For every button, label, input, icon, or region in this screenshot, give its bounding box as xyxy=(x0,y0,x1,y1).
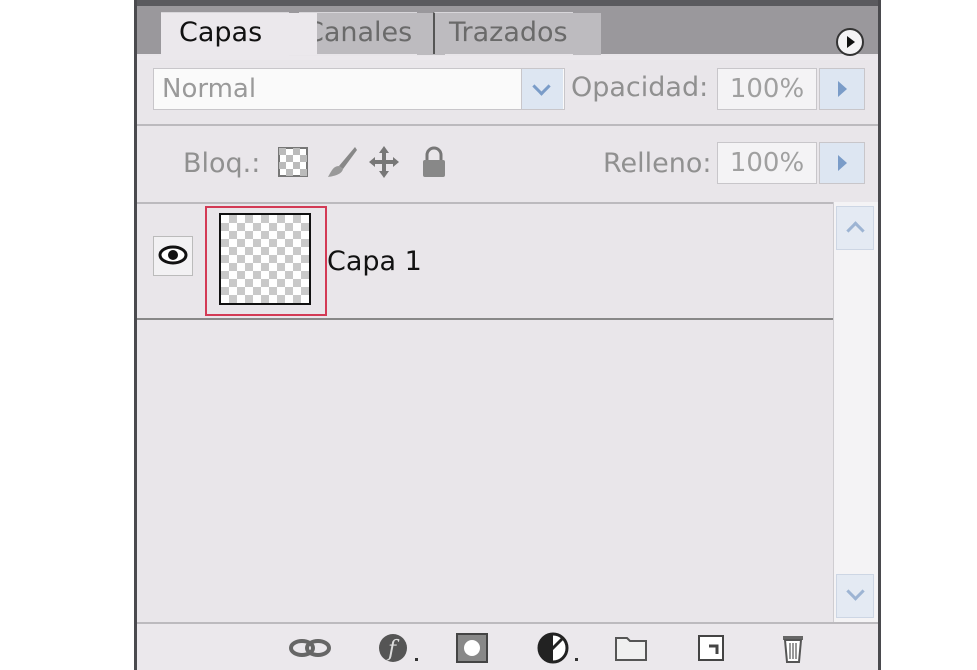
opacity-input[interactable]: 100% xyxy=(717,68,817,110)
fill-slider-arrow-icon[interactable] xyxy=(819,142,865,184)
lock-all-icon[interactable] xyxy=(417,144,451,180)
layers-panel: Capas Canales Trazados Normal Opacidad: … xyxy=(134,0,881,670)
new-layer-icon[interactable] xyxy=(695,630,731,666)
blend-mode-select[interactable]: Normal xyxy=(153,68,565,110)
fill-input[interactable]: 100% xyxy=(717,142,817,184)
scroll-up-icon[interactable] xyxy=(836,206,874,250)
lock-label: Bloq.: xyxy=(183,148,261,179)
new-group-icon[interactable] xyxy=(613,630,649,666)
layer-style-icon[interactable]: f xyxy=(375,630,423,666)
blend-mode-value: Normal xyxy=(162,74,257,104)
layer-name[interactable]: Capa 1 xyxy=(327,246,422,277)
layer-mask-icon[interactable] xyxy=(455,630,491,666)
opacity-value: 100% xyxy=(729,74,805,104)
layers-scrollbar[interactable] xyxy=(833,202,878,622)
lock-transparency-icon[interactable] xyxy=(277,144,311,180)
fill-value: 100% xyxy=(729,148,805,178)
blend-opacity-row: Normal Opacidad: 100% xyxy=(137,54,878,126)
chevron-down-icon[interactable] xyxy=(521,69,563,109)
panel-menu-icon[interactable] xyxy=(836,28,864,56)
layer-thumbnail[interactable] xyxy=(219,213,311,305)
lock-move-icon[interactable] xyxy=(367,144,401,180)
eye-icon xyxy=(158,245,188,265)
adjustment-layer-icon[interactable] xyxy=(535,630,585,666)
link-layers-icon[interactable] xyxy=(287,630,333,666)
tab-label: Capas xyxy=(179,17,263,48)
lock-paint-icon[interactable] xyxy=(325,144,359,180)
panel-tab-bar: Capas Canales Trazados xyxy=(137,6,878,60)
scroll-down-icon[interactable] xyxy=(836,574,874,618)
tab-slant xyxy=(573,13,601,55)
opacity-label: Opacidad: xyxy=(571,72,709,103)
tab-slant xyxy=(289,13,317,55)
tab-trazados[interactable]: Trazados xyxy=(433,12,601,55)
tab-label: Trazados xyxy=(449,17,568,48)
panel-bottom-toolbar: f xyxy=(137,622,878,670)
tab-capas[interactable]: Capas xyxy=(161,12,317,56)
opacity-slider-arrow-icon[interactable] xyxy=(819,68,865,110)
delete-layer-icon[interactable] xyxy=(775,630,811,666)
layer-row[interactable]: Capa 1 xyxy=(137,202,833,320)
tab-label: Canales xyxy=(305,17,413,48)
layers-list: Capa 1 xyxy=(137,202,833,622)
lock-fill-row: Bloq.: Relleno: 100% xyxy=(137,124,878,204)
visibility-toggle[interactable] xyxy=(153,236,193,276)
fill-label: Relleno: xyxy=(603,148,712,179)
